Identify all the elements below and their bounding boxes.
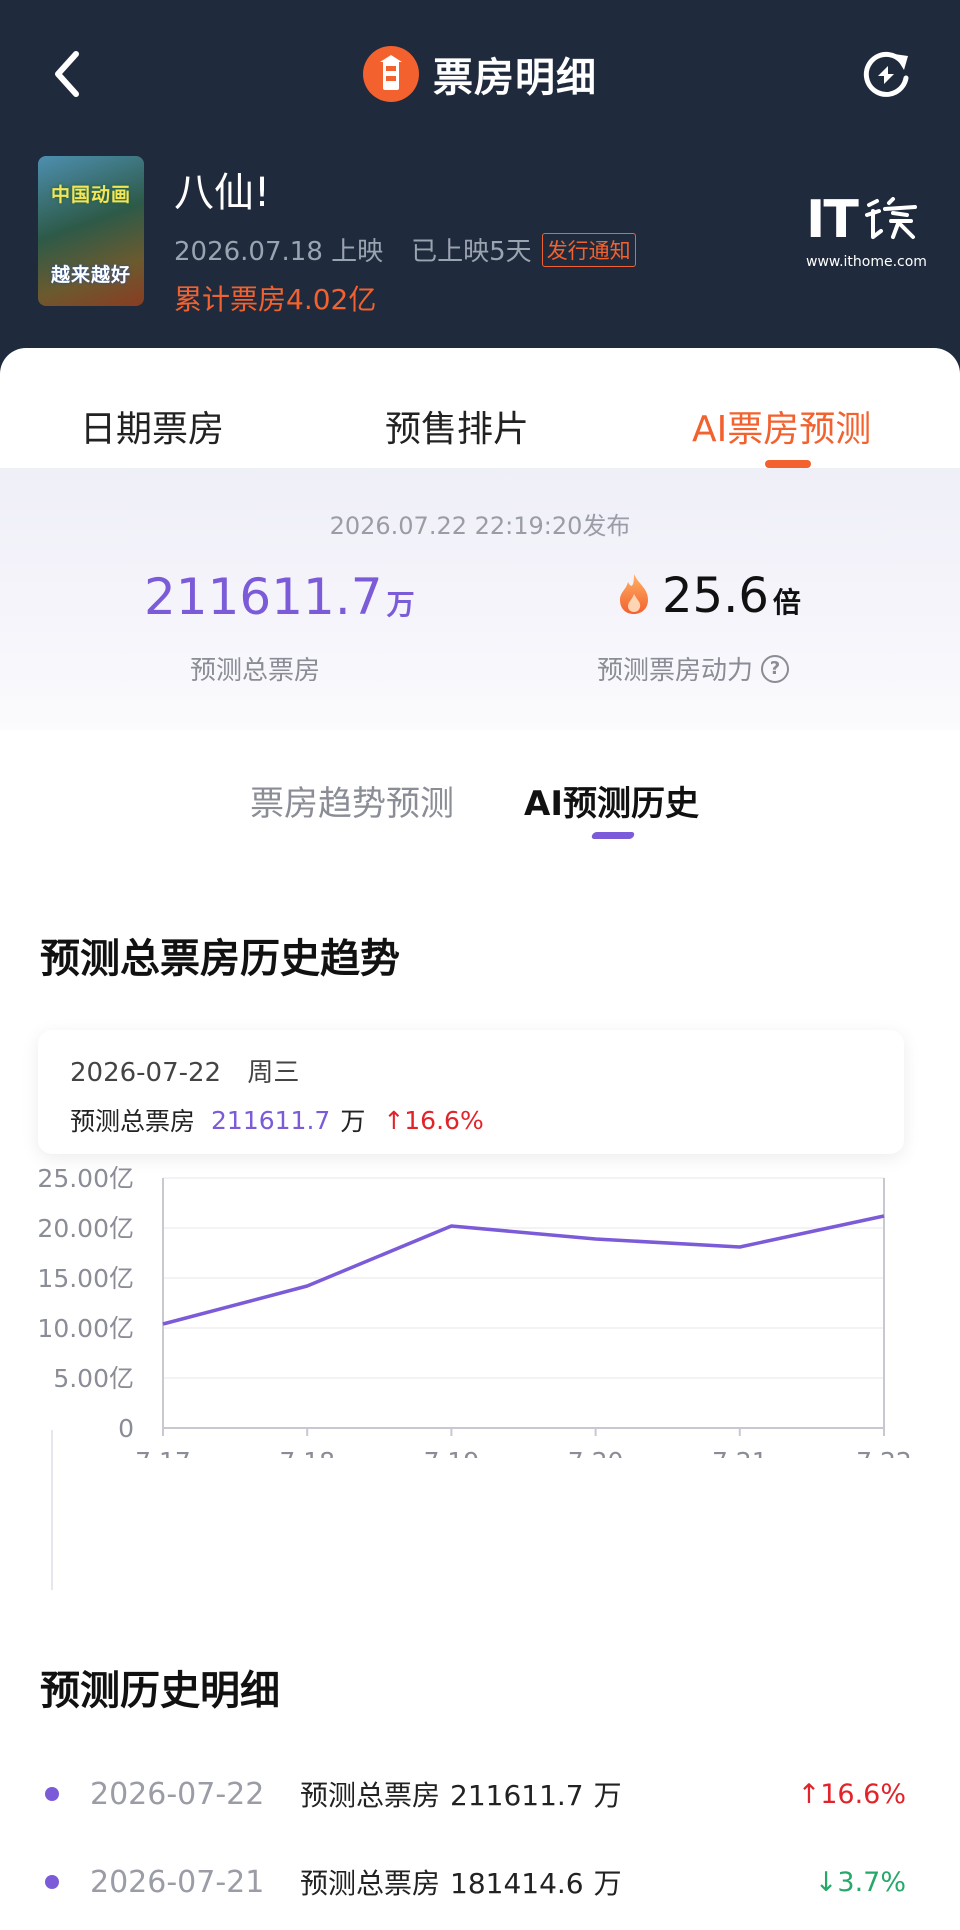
predicted-total-label: 预测总票房 (190, 656, 321, 686)
predicted-total-unit: 万 (386, 588, 415, 621)
tab-ai-forecast[interactable]: AI票房预测 (692, 400, 871, 452)
tooltip-unit: 万 (340, 1107, 366, 1136)
x-tick-label: 7.18 (279, 1447, 335, 1458)
history-value: 211611.7 (450, 1779, 584, 1812)
history-forecast: 预测总票房 211611.7 万 (300, 1774, 622, 1814)
tab-presale-schedule[interactable]: 预售排片 (385, 400, 529, 452)
y-tick-label: 15.00亿 (37, 1264, 134, 1293)
history-change: ↓3.7% (814, 1866, 906, 1898)
subtab-ai-history[interactable]: AI预测历史 (524, 776, 699, 825)
chart-tooltip: 2026-07-22 周三 预测总票房 211611.7 万 ↑16.6% (38, 1030, 904, 1154)
page-title: 票房明细 (433, 55, 597, 101)
forecast-power-unit: 倍 (772, 586, 801, 619)
tooltip-value-row: 预测总票房 211611.7 万 ↑16.6% (70, 1102, 484, 1138)
forecast-power-value: 25.6 (662, 568, 769, 624)
poster-slogan-text: 越来越好 (50, 264, 131, 286)
movie-meta: 2026.07.18 上映 已上映5天 发行通知 (174, 231, 636, 268)
history-label: 预测总票房 (300, 1779, 441, 1812)
history-date: 2026-07-21 (90, 1864, 265, 1900)
release-date: 2026.07.18 上映 (174, 237, 384, 267)
y-tick-label: 25.00亿 (37, 1164, 134, 1193)
history-row[interactable]: 2026-07-21 预测总票房 181414.6 万 ↓3.7% (0, 1862, 960, 1902)
forecast-power-label: 预测票房动力 (597, 656, 754, 686)
tooltip-label: 预测总票房 (70, 1107, 196, 1136)
forecast-summary: 2026.07.22 22:19:20发布 211611.7 万 预测总票房 2… (0, 468, 960, 730)
content-card: 日期票房 预售排片 AI票房预测 2026.07.22 22:19:20发布 2… (0, 348, 960, 1930)
predicted-total-value: 211611.7 (144, 568, 383, 626)
flame-icon (620, 574, 648, 614)
history-section-title: 预测历史明细 (40, 1668, 280, 1714)
x-tick-label: 7.22 (856, 1447, 912, 1458)
history-forecast: 预测总票房 181414.6 万 (300, 1862, 622, 1902)
poster-title-text: 中国动画 (50, 184, 131, 206)
series-line (162, 1214, 885, 1326)
x-tick-label: 7.17 (135, 1447, 191, 1458)
publish-time: 2026.07.22 22:19:20发布 (329, 512, 631, 540)
forecast-subtabs: 票房趋势预测 AI预测历史 (0, 744, 960, 844)
tooltip-change: ↑16.6% (383, 1105, 484, 1135)
active-tab-indicator (765, 460, 811, 468)
x-tick-label: 7.19 (424, 1447, 480, 1458)
movie-name: 八仙! (174, 170, 271, 216)
ithome-house-glyph-icon (864, 197, 917, 239)
tooltip-change-value: 16.6% (404, 1105, 484, 1135)
trend-section-title: 预测总票房历史趋势 (40, 936, 400, 982)
ithome-url: www.ithome.com (806, 254, 927, 270)
trend-line-chart[interactable]: 25.00亿 20.00亿 15.00亿 10.00亿 5.00亿 07.17 7.18 7.… (0, 1158, 960, 1458)
tooltip-date-row: 2026-07-22 周三 (70, 1052, 299, 1089)
history-unit: 万 (593, 1867, 622, 1900)
y-tick-label: 0 (118, 1414, 134, 1443)
y-tick-label: 20.00亿 (37, 1214, 134, 1243)
tab-daily-box-office[interactable]: 日期票房 (80, 400, 224, 452)
x-tick-label: 7.21 (712, 1447, 768, 1458)
ithome-logo-icon: IT (806, 190, 859, 250)
timeline-dot-icon (45, 1787, 59, 1801)
release-notice-badge[interactable]: 发行通知 (541, 232, 636, 267)
history-timeline (51, 1430, 53, 1590)
subtab-trend-forecast[interactable]: 票房趋势预测 (250, 776, 454, 825)
forecast-power: 25.6 倍 (616, 568, 801, 624)
y-tick-label: 10.00亿 (37, 1314, 134, 1343)
cumulative-box-office: 累计票房4.02亿 (174, 283, 377, 316)
days-released: 已上映5天 (411, 237, 532, 267)
y-tick-label: 5.00亿 (53, 1364, 134, 1393)
tooltip-value: 211611.7 (211, 1105, 331, 1135)
history-unit: 万 (593, 1779, 622, 1812)
active-subtab-indicator (590, 832, 636, 839)
history-row[interactable]: 2026-07-22 预测总票房 211611.7 万 ↑16.6% (0, 1774, 960, 1814)
main-tabs: 日期票房 预售排片 AI票房预测 (0, 348, 960, 468)
predicted-total-box-office: 211611.7 万 (144, 568, 415, 626)
history-value: 181414.6 (450, 1867, 584, 1900)
tooltip-date: 2026-07-22 (70, 1058, 222, 1088)
app-header: 票房明细 中国动画 越来越好 八仙! 2026.07.18 上映 已上映5天 发… (0, 0, 960, 400)
ithome-watermark: IT www.ithome.com (806, 190, 936, 270)
movie-poster[interactable]: 中国动画 越来越好 (38, 156, 144, 306)
forecast-power-label-row: 预测票房动力 ? (597, 650, 790, 687)
timeline-dot-icon (45, 1875, 59, 1889)
tooltip-weekday: 周三 (247, 1058, 300, 1088)
history-change: ↑16.6% (797, 1778, 906, 1810)
history-label: 预测总票房 (300, 1867, 441, 1900)
history-date: 2026-07-22 (90, 1776, 265, 1812)
help-question-icon[interactable]: ? (761, 654, 790, 683)
x-tick-label: 7.20 (568, 1447, 624, 1458)
refresh-icon[interactable] (858, 46, 914, 102)
app-logo-icon (363, 46, 419, 102)
